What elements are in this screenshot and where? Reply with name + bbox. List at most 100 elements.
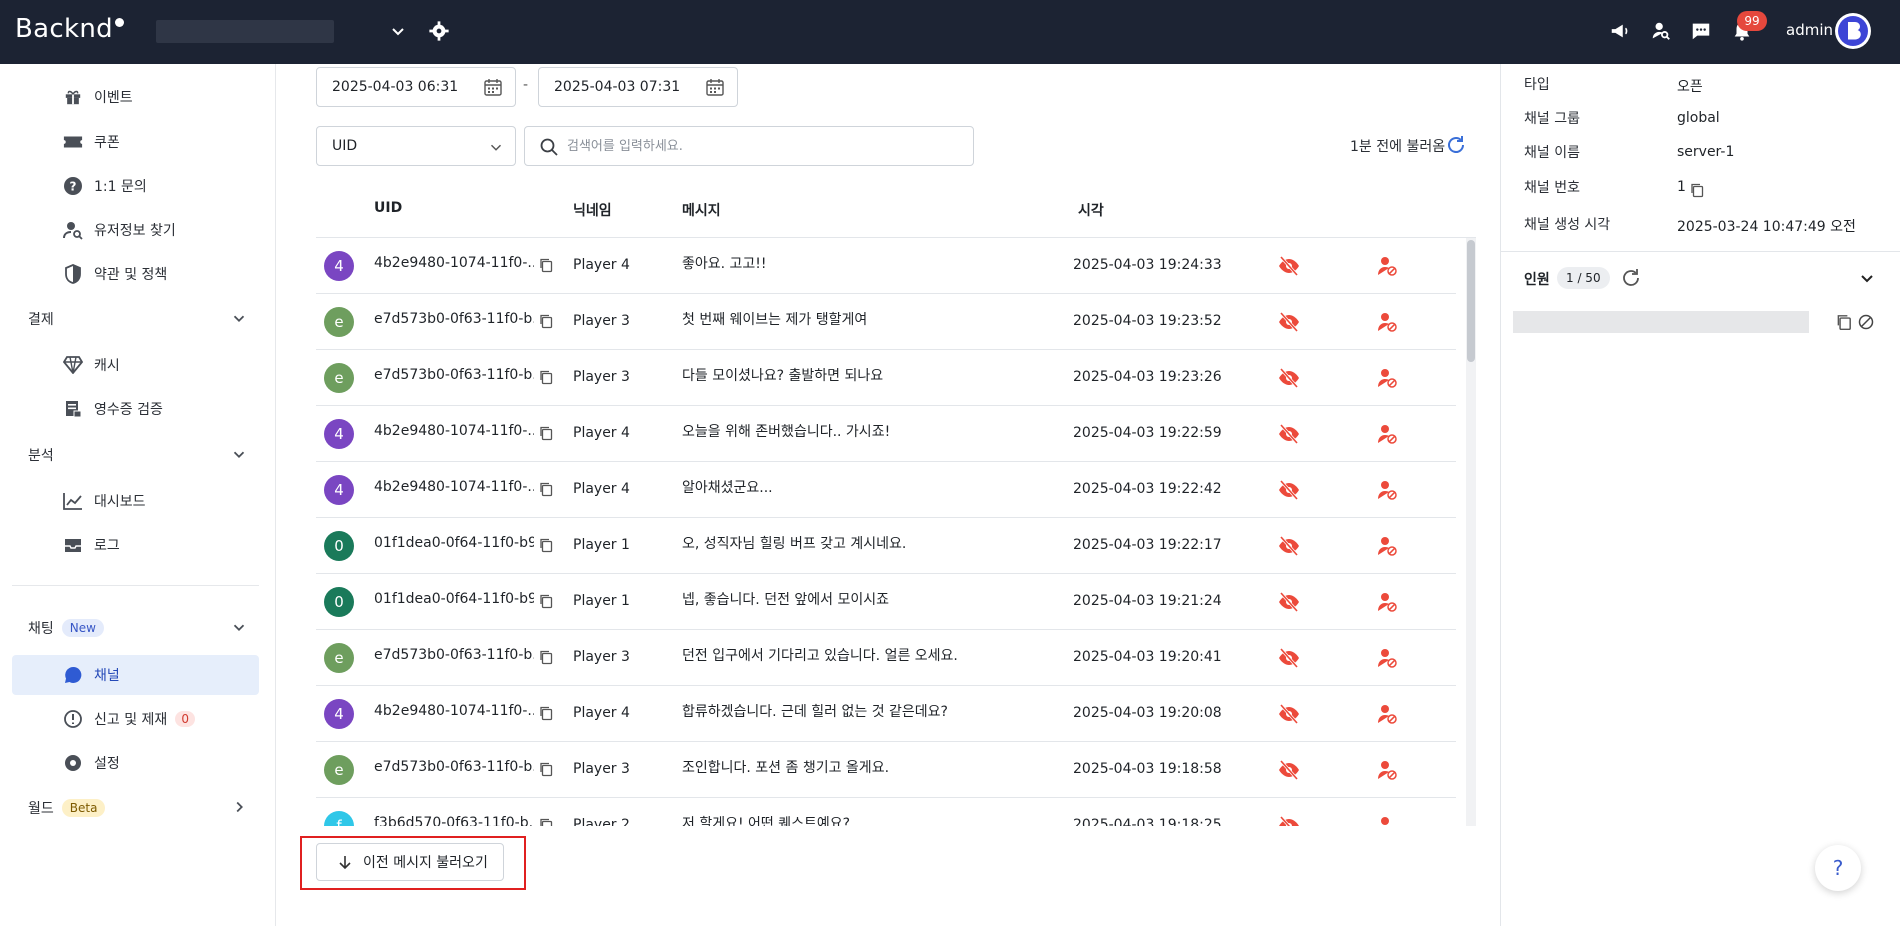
date-to-input[interactable]: 2025-04-03 07:31: [538, 67, 738, 107]
sidebar-item-dashboard[interactable]: 대시보드: [62, 487, 146, 515]
sidebar-group-world[interactable]: 월드 Beta: [28, 794, 248, 822]
cog-icon: [62, 752, 84, 774]
brand-logo[interactable]: Backnd: [15, 14, 124, 44]
sidebar-group-label: 채팅: [28, 621, 54, 637]
sidebar-item-label: 약관 및 정책: [94, 267, 168, 283]
sidebar-item-reports[interactable]: 신고 및 제재 0: [62, 705, 195, 733]
calendar-icon[interactable]: [705, 77, 725, 97]
ban-user-icon[interactable]: [1376, 703, 1398, 725]
sidebar-item-events[interactable]: 이벤트: [62, 83, 133, 111]
sidebar-item-settings[interactable]: 설정: [62, 749, 120, 777]
ban-user-icon[interactable]: [1376, 591, 1398, 613]
copy-icon[interactable]: [538, 537, 554, 553]
load-previous-messages-button[interactable]: 이전 메시지 불러오기: [316, 843, 504, 881]
search-input[interactable]: [567, 135, 957, 157]
ban-user-icon[interactable]: [1376, 311, 1398, 333]
message-cell: 오늘을 위해 존버했습니다.. 가시죠!: [682, 424, 891, 440]
ban-user-icon[interactable]: [1376, 759, 1398, 781]
message-cell: 다들 모이셨나요? 출발하면 되나요: [682, 368, 884, 384]
project-selector[interactable]: [156, 20, 334, 43]
copy-icon[interactable]: [538, 481, 554, 497]
refresh-icon[interactable]: [1445, 134, 1467, 156]
column-header-uid[interactable]: UID: [374, 200, 402, 216]
ban-user-icon[interactable]: [1376, 479, 1398, 501]
sidebar-item-channel[interactable]: 채널: [62, 661, 120, 689]
eye-off-icon[interactable]: [1278, 536, 1300, 556]
block-icon[interactable]: [1857, 313, 1875, 331]
help-button[interactable]: ?: [1815, 845, 1861, 891]
ban-user-icon[interactable]: [1376, 647, 1398, 669]
eye-off-icon[interactable]: [1278, 648, 1300, 668]
ban-user-icon[interactable]: [1376, 367, 1398, 389]
field-value-type: 오픈: [1677, 79, 1703, 95]
column-header-nickname[interactable]: 닉네임: [573, 200, 612, 220]
search-type-select[interactable]: UID: [316, 126, 516, 166]
user-avatar: 4: [324, 419, 354, 449]
sidebar-item-terms[interactable]: 약관 및 정책: [62, 260, 167, 288]
ban-user-icon[interactable]: [1376, 815, 1398, 826]
copy-icon[interactable]: [1835, 313, 1853, 331]
members-label: 인원: [1524, 272, 1550, 288]
copy-icon[interactable]: [538, 369, 554, 385]
sidebar-group-payment[interactable]: 결제: [28, 305, 248, 333]
ban-user-icon[interactable]: [1376, 423, 1398, 445]
column-header-message[interactable]: 메시지: [682, 200, 721, 220]
sidebar-group-analytics[interactable]: 분석: [28, 441, 248, 469]
sidebar-item-coupons[interactable]: 쿠폰: [62, 128, 120, 156]
time-cell: 2025-04-03 19:20:41: [1073, 649, 1222, 665]
copy-icon[interactable]: [538, 257, 554, 273]
chevron-down-icon[interactable]: [388, 20, 408, 42]
table-scrollbar[interactable]: [1466, 238, 1476, 826]
eye-off-icon[interactable]: [1278, 480, 1300, 500]
message-cell: 알아채셨군요...: [682, 480, 773, 496]
copy-icon[interactable]: [538, 705, 554, 721]
nickname-cell: Player 4: [573, 257, 630, 273]
copy-icon[interactable]: [538, 425, 554, 441]
receipt-icon: [62, 398, 84, 420]
last-refreshed-text: 1분 전에 불러옴: [1350, 139, 1446, 155]
sidebar-item-log[interactable]: 로그: [62, 531, 120, 559]
uid-cell: 4b2e9480-1074-11f0-...: [374, 255, 534, 271]
chevron-down-icon[interactable]: [1857, 268, 1877, 288]
message-icon[interactable]: [1690, 20, 1712, 42]
sidebar-item-inquiry[interactable]: ? 1:1 문의: [62, 172, 147, 200]
ban-user-icon[interactable]: [1376, 255, 1398, 277]
sidebar-item-receipt[interactable]: 영수증 검증: [62, 395, 163, 423]
refresh-icon[interactable]: [1620, 267, 1642, 289]
copy-icon[interactable]: [538, 593, 554, 609]
column-header-time[interactable]: 시각: [1078, 200, 1104, 220]
copy-icon[interactable]: [538, 761, 554, 777]
megaphone-icon[interactable]: [1609, 20, 1631, 42]
eye-off-icon[interactable]: [1278, 592, 1300, 612]
user-search-icon[interactable]: [1650, 20, 1672, 42]
table-row: 4 4b2e9480-1074-11f0-... Player 4 알아채셨군요…: [316, 462, 1456, 518]
admin-avatar[interactable]: [1835, 13, 1871, 49]
copy-icon[interactable]: [538, 817, 554, 826]
sidebar-item-label: 대시보드: [94, 494, 146, 510]
sidebar-item-label: 로그: [94, 538, 120, 554]
field-label-channel-number: 채널 번호: [1524, 180, 1580, 196]
time-cell: 2025-04-03 19:18:58: [1073, 761, 1222, 777]
eye-off-icon[interactable]: [1278, 816, 1300, 826]
sidebar-item-cash[interactable]: 캐시: [62, 351, 120, 379]
user-avatar: e: [324, 363, 354, 393]
ban-user-icon[interactable]: [1376, 535, 1398, 557]
copy-icon[interactable]: [538, 649, 554, 665]
eye-off-icon[interactable]: [1278, 256, 1300, 276]
admin-username[interactable]: admin: [1786, 21, 1833, 39]
eye-off-icon[interactable]: [1278, 312, 1300, 332]
copy-icon[interactable]: [538, 313, 554, 329]
eye-off-icon[interactable]: [1278, 424, 1300, 444]
date-from-input[interactable]: 2025-04-03 06:31: [316, 67, 516, 107]
eye-off-icon[interactable]: [1278, 704, 1300, 724]
gear-icon[interactable]: [428, 20, 450, 42]
sidebar-item-label: 1:1 문의: [94, 179, 147, 195]
eye-off-icon[interactable]: [1278, 368, 1300, 388]
user-avatar: 0: [324, 587, 354, 617]
sidebar-item-user-search[interactable]: 유저정보 찾기: [62, 216, 176, 244]
eye-off-icon[interactable]: [1278, 760, 1300, 780]
copy-icon[interactable]: [1689, 182, 1705, 198]
sidebar-group-chat[interactable]: 채팅 New: [28, 614, 248, 642]
scrollbar-thumb[interactable]: [1467, 240, 1475, 362]
calendar-icon[interactable]: [483, 77, 503, 97]
